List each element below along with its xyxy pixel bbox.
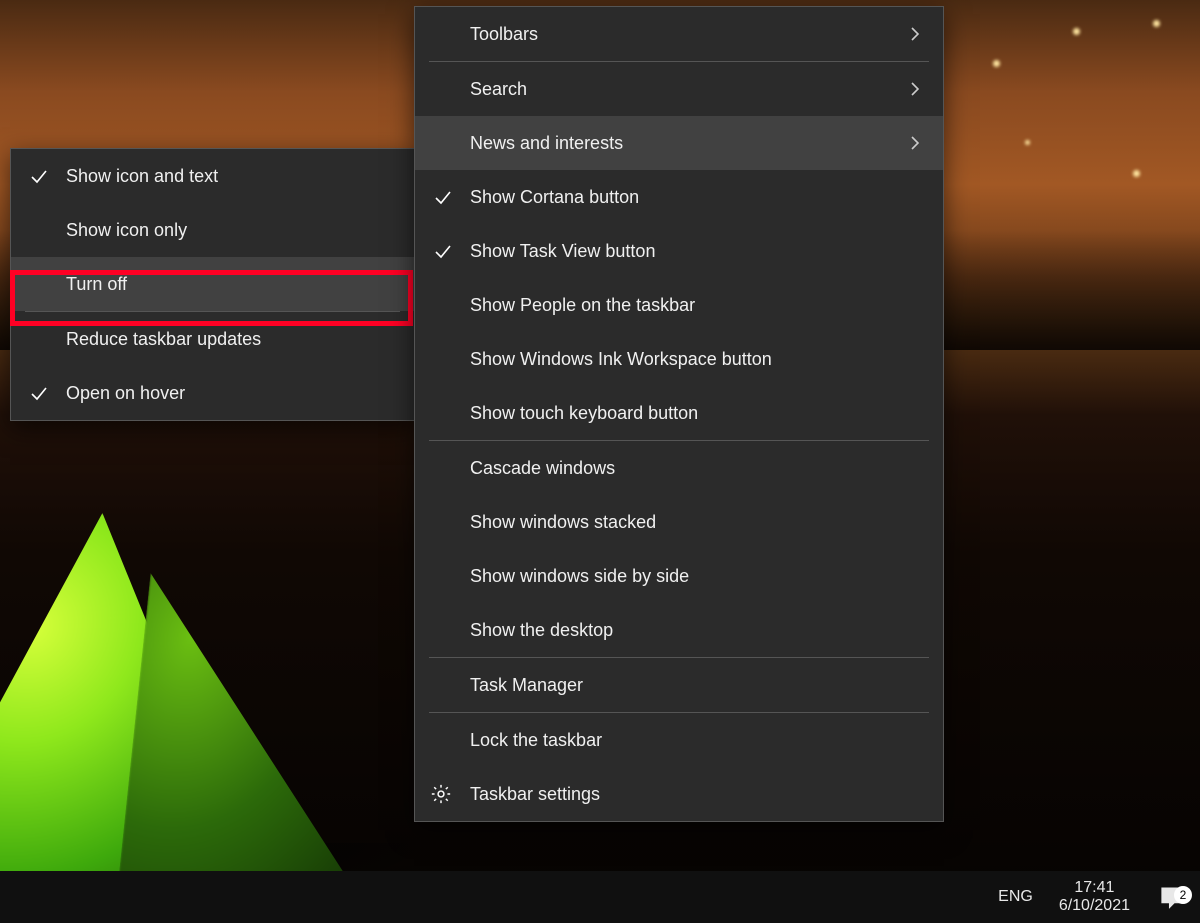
menu-item-taskbar-settings[interactable]: Taskbar settings xyxy=(415,767,943,821)
menu-item-label: Show Cortana button xyxy=(470,187,639,208)
taskbar: ENG 17:41 6/10/2021 2 xyxy=(0,871,1200,923)
menu-item-news-and-interests[interactable]: News and interests xyxy=(415,116,943,170)
submenu-item-show-icon-only[interactable]: Show icon only xyxy=(11,203,414,257)
menu-item-show-cortana-button[interactable]: Show Cortana button xyxy=(415,170,943,224)
menu-item-label: Show Task View button xyxy=(470,241,655,262)
menu-item-label: Lock the taskbar xyxy=(470,730,602,751)
menu-item-label: Show People on the taskbar xyxy=(470,295,695,316)
language-label: ENG xyxy=(998,888,1033,906)
chevron-right-icon xyxy=(905,27,925,41)
menu-item-show-windows-ink-workspace-button[interactable]: Show Windows Ink Workspace button xyxy=(415,332,943,386)
check-icon xyxy=(27,383,51,403)
menu-item-label: Show windows side by side xyxy=(470,566,689,587)
menu-item-label: Turn off xyxy=(66,274,127,295)
taskbar-language-indicator[interactable]: ENG xyxy=(986,871,1045,923)
notification-badge: 2 xyxy=(1174,886,1192,904)
menu-item-label: Show the desktop xyxy=(470,620,613,641)
submenu-news-and-interests: Show icon and text Show icon only Turn o… xyxy=(10,148,415,421)
menu-item-search[interactable]: Search xyxy=(415,62,943,116)
menu-item-show-touch-keyboard-button[interactable]: Show touch keyboard button xyxy=(415,386,943,440)
menu-item-label: Show touch keyboard button xyxy=(470,403,698,424)
menu-item-label: Show Windows Ink Workspace button xyxy=(470,349,772,370)
menu-item-lock-the-taskbar[interactable]: Lock the taskbar xyxy=(415,713,943,767)
taskbar-context-menu: Toolbars Search News and interests Show … xyxy=(414,6,944,822)
submenu-item-show-icon-and-text[interactable]: Show icon and text xyxy=(11,149,414,203)
menu-item-show-task-view-button[interactable]: Show Task View button xyxy=(415,224,943,278)
menu-item-label: Task Manager xyxy=(470,675,583,696)
check-icon xyxy=(431,187,455,207)
menu-item-label: Toolbars xyxy=(470,24,538,45)
menu-item-label: Show windows stacked xyxy=(470,512,656,533)
menu-item-label: Cascade windows xyxy=(470,458,615,479)
menu-item-cascade-windows[interactable]: Cascade windows xyxy=(415,441,943,495)
menu-item-task-manager[interactable]: Task Manager xyxy=(415,658,943,712)
check-icon xyxy=(27,166,51,186)
menu-item-show-windows-stacked[interactable]: Show windows stacked xyxy=(415,495,943,549)
menu-item-label: Show icon and text xyxy=(66,166,218,187)
clock-time: 17:41 xyxy=(1074,879,1114,897)
menu-item-label: Search xyxy=(470,79,527,100)
submenu-item-reduce-taskbar-updates[interactable]: Reduce taskbar updates xyxy=(11,312,414,366)
menu-item-label: Open on hover xyxy=(66,383,185,404)
menu-item-label: Taskbar settings xyxy=(470,784,600,805)
menu-item-show-the-desktop[interactable]: Show the desktop xyxy=(415,603,943,657)
gear-icon xyxy=(429,783,453,805)
clock-date: 6/10/2021 xyxy=(1059,897,1130,915)
taskbar-action-center[interactable]: 2 xyxy=(1144,884,1200,910)
menu-item-label: News and interests xyxy=(470,133,623,154)
taskbar-clock[interactable]: 17:41 6/10/2021 xyxy=(1045,879,1144,914)
menu-item-toolbars[interactable]: Toolbars xyxy=(415,7,943,61)
menu-item-label: Reduce taskbar updates xyxy=(66,329,261,350)
chevron-right-icon xyxy=(905,82,925,96)
chevron-right-icon xyxy=(905,136,925,150)
menu-item-label: Show icon only xyxy=(66,220,187,241)
submenu-item-open-on-hover[interactable]: Open on hover xyxy=(11,366,414,420)
menu-item-show-people-on-taskbar[interactable]: Show People on the taskbar xyxy=(415,278,943,332)
menu-item-show-windows-side-by-side[interactable]: Show windows side by side xyxy=(415,549,943,603)
check-icon xyxy=(431,241,455,261)
submenu-item-turn-off[interactable]: Turn off xyxy=(11,257,414,311)
